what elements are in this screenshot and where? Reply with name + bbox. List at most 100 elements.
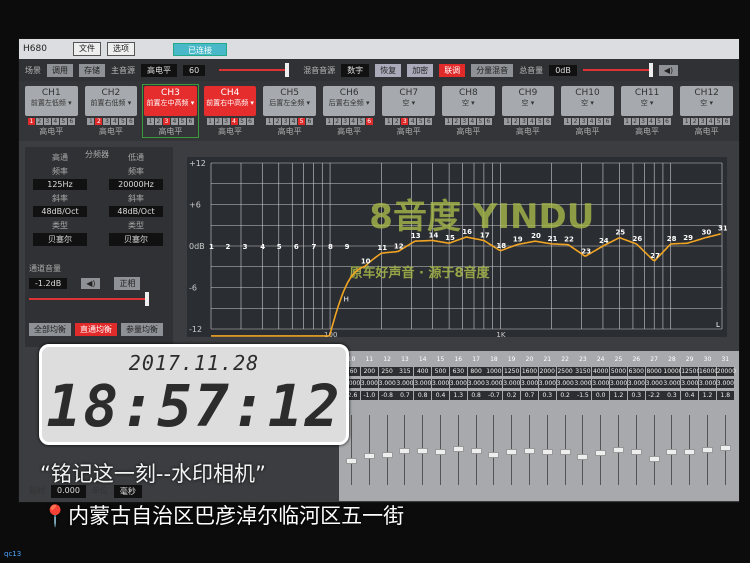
- output-6[interactable]: 6: [663, 118, 671, 125]
- band-gain-input[interactable]: -2.2: [645, 391, 663, 400]
- band-fader[interactable]: [417, 415, 429, 485]
- band-q-input[interactable]: 3.000: [538, 379, 556, 388]
- band-freq-input[interactable]: 315: [396, 367, 414, 376]
- output-5[interactable]: 5: [238, 118, 246, 125]
- band-gain-input[interactable]: 1.2: [610, 391, 627, 400]
- lp-freq-input[interactable]: 20000Hz: [109, 179, 163, 190]
- band-fader[interactable]: [363, 415, 375, 485]
- band-freq-input[interactable]: 4000: [592, 367, 610, 376]
- output-3[interactable]: 3: [43, 118, 51, 125]
- band-q-input[interactable]: 3.000: [449, 379, 467, 388]
- band-gain-input[interactable]: -1.0: [360, 391, 378, 400]
- output-2[interactable]: 2: [35, 118, 43, 125]
- band-gain-input[interactable]: -0.7: [485, 391, 503, 400]
- fader-knob[interactable]: [613, 446, 624, 453]
- fader-knob[interactable]: [452, 446, 464, 453]
- restore-button[interactable]: 恢复: [375, 63, 402, 77]
- band-fader[interactable]: [595, 415, 607, 485]
- band-freq-input[interactable]: 630: [449, 367, 467, 376]
- band-q-input[interactable]: 3.000: [663, 379, 681, 388]
- output-4[interactable]: 4: [349, 118, 357, 125]
- output-6[interactable]: 6: [246, 118, 254, 125]
- eq-mode-parametric[interactable]: 参量均衡: [121, 323, 163, 336]
- fader-knob[interactable]: [363, 452, 375, 459]
- output-3[interactable]: 3: [341, 118, 349, 125]
- output-1[interactable]: 1: [683, 118, 691, 125]
- fader-knob[interactable]: [381, 452, 393, 459]
- output-1[interactable]: 1: [87, 118, 95, 125]
- fader-knob[interactable]: [648, 456, 660, 463]
- band-freq-input[interactable]: 20000: [716, 367, 736, 376]
- encrypt-button[interactable]: 加密: [407, 63, 434, 77]
- fader-knob[interactable]: [702, 446, 713, 453]
- output-1[interactable]: 1: [266, 118, 274, 125]
- band-gain-input[interactable]: 0.8: [467, 391, 485, 400]
- output-3[interactable]: 3: [401, 118, 409, 125]
- band-gain-input[interactable]: 0.3: [663, 391, 681, 400]
- band-freq-input[interactable]: 1000: [485, 367, 503, 376]
- band-q-input[interactable]: 3.000: [503, 379, 520, 388]
- output-2[interactable]: 2: [631, 118, 639, 125]
- band-q-input[interactable]: 3.000: [521, 379, 538, 388]
- band-fader[interactable]: [346, 415, 357, 485]
- fader-knob[interactable]: [577, 454, 589, 461]
- main-source-value[interactable]: 60: [183, 64, 206, 76]
- output-2[interactable]: 2: [214, 118, 222, 125]
- band-freq-input[interactable]: 2000: [538, 367, 556, 376]
- eq-mode-all[interactable]: 全部均衡: [29, 323, 71, 336]
- hp-freq-input[interactable]: 125Hz: [33, 179, 87, 190]
- band-q-input[interactable]: 3.000: [360, 379, 378, 388]
- output-5[interactable]: 5: [59, 118, 67, 125]
- band-gain-input[interactable]: 0.2: [556, 391, 574, 400]
- band-q-input[interactable]: 3.000: [378, 379, 396, 388]
- band-q-input[interactable]: 3.000: [396, 379, 414, 388]
- band-freq-input[interactable]: 1600: [521, 367, 538, 376]
- band-fader[interactable]: [702, 415, 713, 485]
- band-gain-input[interactable]: 1.3: [449, 391, 467, 400]
- channel-button[interactable]: CH5 后置左全频 ▾: [263, 86, 316, 116]
- output-6[interactable]: 6: [67, 118, 75, 125]
- output-2[interactable]: 2: [333, 118, 341, 125]
- eq-mode-direct[interactable]: 直通均衡: [75, 323, 117, 336]
- output-4[interactable]: 4: [230, 118, 238, 125]
- band-gain-input[interactable]: 1.8: [716, 391, 734, 400]
- output-3[interactable]: 3: [460, 118, 468, 125]
- fader-knob[interactable]: [488, 452, 500, 459]
- channel-button[interactable]: CH9 空 ▾: [501, 86, 555, 116]
- band-gain-input[interactable]: 0.7: [521, 391, 538, 400]
- band-freq-input[interactable]: 250: [378, 367, 396, 376]
- mute-icon[interactable]: ◀): [81, 278, 101, 289]
- output-4[interactable]: 4: [468, 118, 476, 125]
- output-3[interactable]: 3: [103, 118, 111, 125]
- band-gain-input[interactable]: 0.8: [414, 391, 432, 400]
- fader-knob[interactable]: [541, 449, 553, 456]
- output-3[interactable]: 3: [282, 118, 290, 125]
- band-fader[interactable]: [613, 415, 624, 485]
- band-fader[interactable]: [381, 415, 393, 485]
- hp-slope-select[interactable]: 48dB/Oct: [33, 206, 87, 217]
- output-3[interactable]: 3: [162, 118, 170, 125]
- fader-knob[interactable]: [470, 447, 482, 454]
- band-gain-input[interactable]: 0.0: [592, 391, 610, 400]
- lp-slope-select[interactable]: 48dB/Oct: [109, 206, 163, 217]
- output-2[interactable]: 2: [393, 118, 401, 125]
- band-q-input[interactable]: 3.000: [592, 379, 609, 388]
- fader-knob[interactable]: [666, 449, 678, 456]
- output-5[interactable]: 5: [536, 118, 544, 125]
- output-5[interactable]: 5: [655, 118, 663, 125]
- fader-knob[interactable]: [630, 449, 642, 456]
- fader-knob[interactable]: [684, 448, 696, 455]
- output-4[interactable]: 4: [409, 118, 417, 125]
- fader-knob[interactable]: [399, 447, 411, 454]
- band-gain-input[interactable]: 0.3: [627, 391, 645, 400]
- band-gain-input[interactable]: -0.8: [378, 391, 396, 400]
- channel-button[interactable]: CH8 空 ▾: [442, 86, 495, 116]
- options-menu[interactable]: 选项: [106, 42, 135, 56]
- output-5[interactable]: 5: [298, 118, 306, 125]
- output-1[interactable]: 1: [444, 118, 452, 125]
- output-5[interactable]: 5: [417, 118, 425, 125]
- output-4[interactable]: 4: [111, 118, 119, 125]
- band-fader[interactable]: [684, 415, 696, 485]
- band-q-input[interactable]: 3.000: [645, 379, 663, 388]
- output-2[interactable]: 2: [95, 118, 103, 125]
